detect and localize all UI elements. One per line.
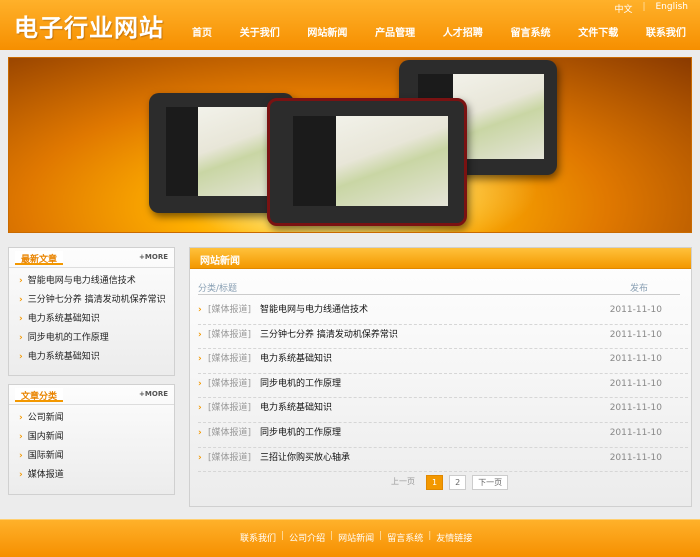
table-row[interactable]: › [媒体报道] 同步电机的工作原理 2011-11-10 <box>198 374 688 399</box>
next-page-button[interactable]: 下一页 <box>472 475 509 490</box>
arrow-icon: › <box>198 378 202 389</box>
arrow-icon: › <box>19 451 23 461</box>
article-categories-box: 文章分类 +MORE › 公司新闻 › 国内新闻 › 国际新闻 › 媒体报道 <box>8 384 175 495</box>
list-item[interactable]: › 电力系统基础知识 <box>19 312 174 331</box>
categories-title: 文章分类 <box>15 388 64 402</box>
arrow-icon: › <box>19 314 23 324</box>
gps-device-image <box>267 98 467 226</box>
footer-link-about[interactable]: 公司介绍 <box>289 531 325 544</box>
list-item[interactable]: › 媒体报道 <box>19 468 174 487</box>
list-item[interactable]: › 三分钟七分养 搞清发动机保养常识 <box>19 293 174 312</box>
nav-home[interactable]: 首页 <box>192 22 212 42</box>
nav-downloads[interactable]: 文件下载 <box>578 22 618 42</box>
news-table-header: 分类/标题 发布 <box>198 281 680 295</box>
latest-articles-box: 最新文章 +MORE › 智能电网与电力线通信技术 › 三分钟七分养 搞清发动机保养… <box>8 247 175 376</box>
site-footer: 联系我们 | 公司介绍 | 网站新闻 | 留言系统 | 友情链接 <box>0 519 700 557</box>
latest-articles-list: › 智能电网与电力线通信技术 › 三分钟七分养 搞清发动机保养常识 › 电力系统基础知… <box>9 268 174 369</box>
table-row[interactable]: › [媒体报道] 电力系统基础知识 2011-11-10 <box>198 398 688 423</box>
arrow-icon: › <box>198 329 202 340</box>
language-switcher: 中文 | English <box>614 2 688 15</box>
news-panel: 网站新闻 分类/标题 发布 › [媒体报道] 智能电网与电力线通信技术 2011-11… <box>189 247 692 507</box>
categories-list: › 公司新闻 › 国内新闻 › 国际新闻 › 媒体报道 <box>9 405 174 487</box>
arrow-icon: › <box>198 305 202 315</box>
arrow-icon: › <box>198 354 202 365</box>
arrow-icon: › <box>19 352 23 362</box>
arrow-icon: › <box>198 403 202 414</box>
site-header: 电子行业网站 中文 | English 首页 关于我们 网站新闻 产品管理 人才… <box>0 0 700 50</box>
column-title-header: 分类/标题 <box>198 284 238 294</box>
lang-separator: | <box>642 2 646 12</box>
news-list: › [媒体报道] 智能电网与电力线通信技术 2011-11-10 › [媒体报道] 三分钟… <box>198 300 688 473</box>
prev-page-button[interactable]: 上一页 <box>386 475 420 490</box>
list-item[interactable]: › 国际新闻 <box>19 449 174 468</box>
lang-english[interactable]: English <box>656 2 689 15</box>
latest-more-link[interactable]: +MORE <box>139 253 168 261</box>
nav-guestbook[interactable]: 留言系统 <box>511 22 551 42</box>
nav-jobs[interactable]: 人才招聘 <box>443 22 483 42</box>
nav-about[interactable]: 关于我们 <box>240 22 280 42</box>
footer-link-guestbook[interactable]: 留言系统 <box>387 531 423 544</box>
list-item[interactable]: › 国内新闻 <box>19 430 174 449</box>
site-logo[interactable]: 电子行业网站 <box>14 8 164 43</box>
arrow-icon: › <box>19 276 23 286</box>
list-item[interactable]: › 智能电网与电力线通信技术 <box>19 274 174 293</box>
table-row[interactable]: › [媒体报道] 三分钟七分养 搞清发动机保养常识 2011-11-10 <box>198 325 688 350</box>
list-item[interactable]: › 公司新闻 <box>19 411 174 430</box>
arrow-icon: › <box>19 333 23 343</box>
lang-chinese[interactable]: 中文 <box>614 2 632 15</box>
page-1-button[interactable]: 1 <box>426 475 444 490</box>
hero-banner <box>8 57 692 233</box>
arrow-icon: › <box>198 427 202 438</box>
latest-articles-title: 最新文章 <box>15 251 64 265</box>
arrow-icon: › <box>198 452 202 463</box>
list-item[interactable]: › 同步电机的工作原理 <box>19 331 174 350</box>
nav-products[interactable]: 产品管理 <box>375 22 415 42</box>
arrow-icon: › <box>19 470 23 480</box>
footer-link-news[interactable]: 网站新闻 <box>338 531 374 544</box>
arrow-icon: › <box>19 413 23 423</box>
list-item[interactable]: › 电力系统基础知识 <box>19 350 174 369</box>
table-row[interactable]: › [媒体报道] 同步电机的工作原理 2011-11-10 <box>198 423 688 448</box>
nav-news[interactable]: 网站新闻 <box>307 22 347 42</box>
categories-more-link[interactable]: +MORE <box>139 390 168 398</box>
pagination: 上一页 1 2 下一页 <box>386 475 509 490</box>
footer-link-contact[interactable]: 联系我们 <box>240 531 276 544</box>
arrow-icon: › <box>19 295 23 305</box>
arrow-icon: › <box>19 432 23 442</box>
news-panel-title: 网站新闻 <box>200 256 240 267</box>
table-row[interactable]: › [媒体报道] 三招让你购买放心轴承 2011-11-10 <box>198 448 688 473</box>
footer-links: 联系我们 | 公司介绍 | 网站新闻 | 留言系统 | 友情链接 <box>240 531 473 544</box>
column-date-header: 发布 <box>629 284 648 294</box>
page-2-button[interactable]: 2 <box>449 475 467 490</box>
footer-link-friends[interactable]: 友情链接 <box>436 531 472 544</box>
table-row[interactable]: › [媒体报道] 智能电网与电力线通信技术 2011-11-10 <box>198 300 688 325</box>
nav-contact[interactable]: 联系我们 <box>646 22 686 42</box>
table-row[interactable]: › [媒体报道] 电力系统基础知识 2011-11-10 <box>198 349 688 374</box>
main-nav: 首页 关于我们 网站新闻 产品管理 人才招聘 留言系统 文件下载 联系我们 <box>180 22 700 42</box>
